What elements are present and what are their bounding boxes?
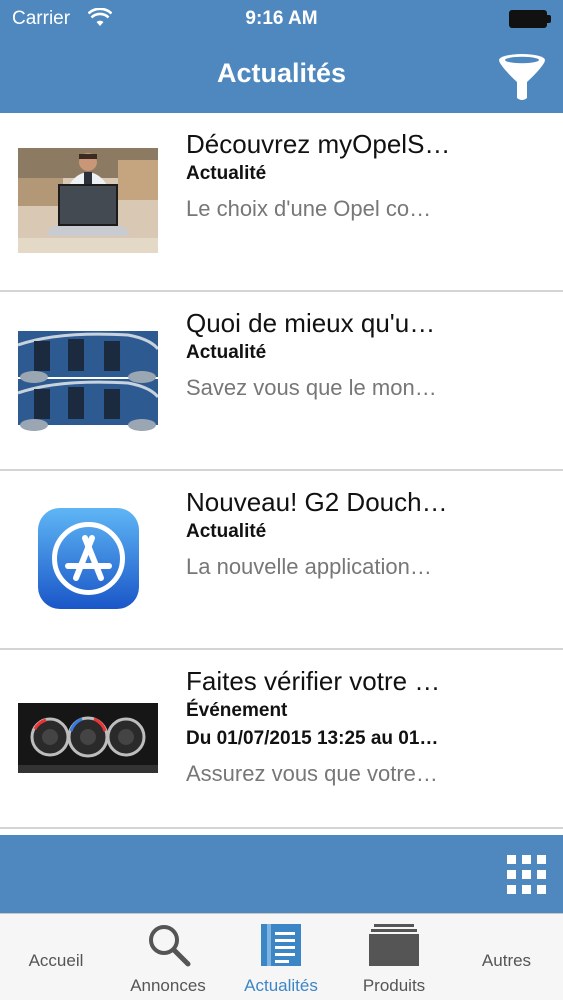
item-category: Événement — [186, 700, 288, 721]
list-item[interactable]: Quoi de mieux qu'u… Actualité Savez vous… — [0, 292, 563, 471]
item-category: Actualité — [186, 521, 267, 542]
item-dates: Du 01/07/2015 13:25 au 01… — [186, 728, 439, 749]
list-item[interactable]: Nouveau! G2 Douch… Actualité La nouvelle… — [0, 471, 563, 650]
tab-annonces[interactable]: Annonces — [112, 914, 224, 1000]
news-icon — [261, 924, 301, 966]
tab-label: Autres — [481, 951, 532, 970]
item-description: Le choix d'une Opel co… — [186, 196, 432, 221]
item-title: Faites vérifier votre … — [186, 666, 441, 696]
grid-bar — [0, 835, 563, 913]
item-category: Actualité — [186, 163, 267, 184]
tab-actualites[interactable]: Actualités — [224, 914, 338, 1000]
tab-autres[interactable]: Autres — [450, 914, 563, 1000]
man-laptop-photo — [18, 148, 158, 253]
app-store-icon — [38, 508, 139, 609]
car-interior-photo — [18, 327, 158, 432]
products-icon — [369, 924, 419, 966]
tab-label: Accueil — [28, 951, 84, 970]
status-bar: Carrier 9:16 AM — [0, 0, 563, 38]
tab-accueil[interactable]: Accueil — [0, 914, 112, 1000]
news-list: Découvrez myOpelS… Actualité Le choix d'… — [0, 113, 563, 832]
header: Carrier 9:16 AM Actualités — [0, 0, 563, 113]
climate-control-photo — [18, 685, 158, 790]
item-title: Nouveau! G2 Douch… — [186, 487, 448, 517]
tab-bar: Accueil Annonces Actualités Produits Aut… — [0, 913, 563, 1000]
item-description: Savez vous que le mon… — [186, 375, 437, 400]
item-description: Assurez vous que votre… — [186, 761, 438, 786]
search-icon — [149, 925, 191, 967]
status-time: 9:16 AM — [245, 8, 318, 29]
battery-icon — [509, 10, 551, 28]
filter-icon[interactable] — [497, 52, 547, 102]
item-title: Quoi de mieux qu'u… — [186, 308, 436, 338]
grid-icon[interactable] — [507, 855, 546, 894]
tab-label: Annonces — [130, 976, 206, 995]
list-item[interactable]: Faites vérifier votre … Événement Du 01/… — [0, 650, 563, 829]
list-item[interactable]: Découvrez myOpelS… Actualité Le choix d'… — [0, 113, 563, 292]
page-title: Actualités — [216, 58, 347, 88]
item-title: Découvrez myOpelS… — [186, 129, 451, 159]
tab-label: Produits — [362, 976, 426, 995]
tab-produits[interactable]: Produits — [338, 914, 450, 1000]
tab-label: Actualités — [244, 976, 318, 995]
item-category: Actualité — [186, 342, 267, 363]
item-description: La nouvelle application… — [186, 554, 432, 579]
